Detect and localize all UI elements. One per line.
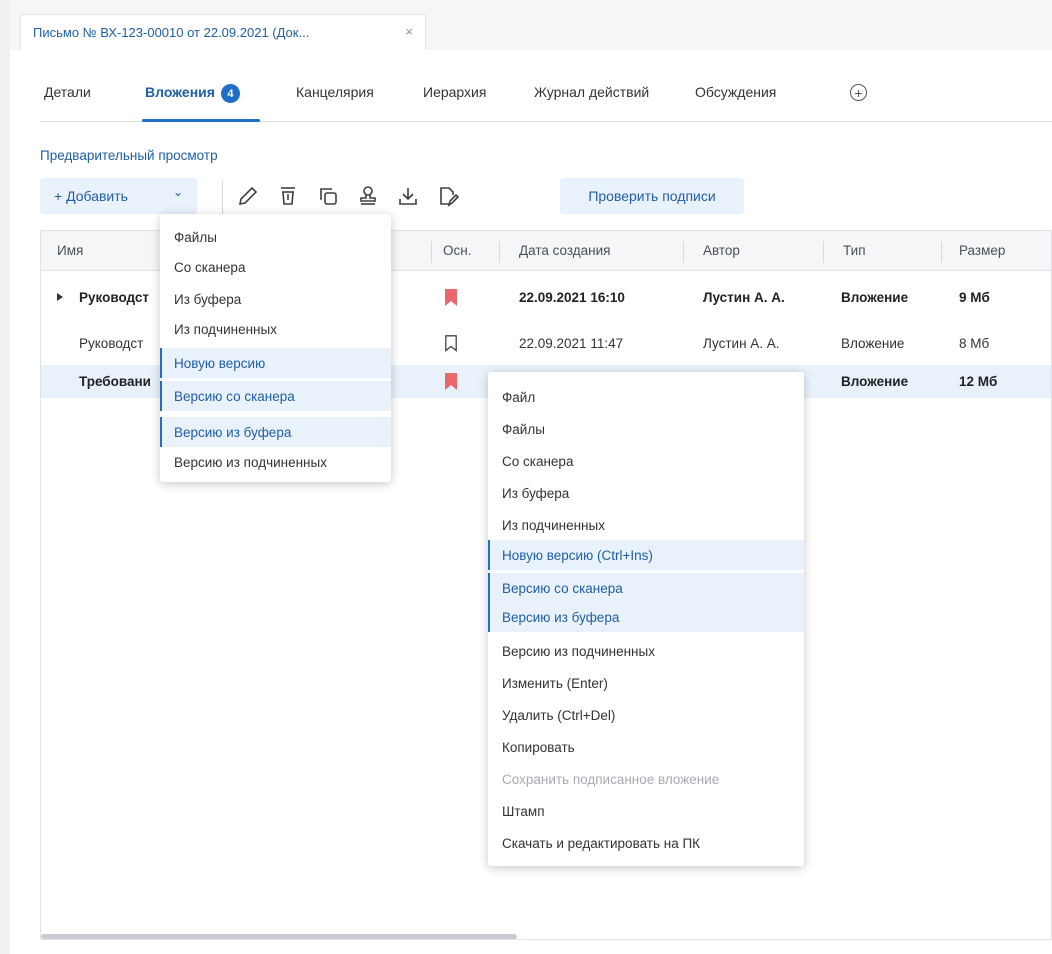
menu-item-new-version[interactable]: Новую версию — [160, 348, 391, 378]
context-item-version-from-scanner[interactable]: Версию со сканера — [488, 573, 804, 603]
toolbar-divider — [222, 181, 223, 215]
context-item-from-subordinates[interactable]: Из подчиненных — [488, 510, 804, 540]
add-tab-icon[interactable]: + — [850, 84, 867, 101]
row-type: Вложение — [841, 336, 905, 351]
row-name: Руководст — [79, 290, 150, 305]
context-menu: Файл Файлы Со сканера Из буфера Из подчи… — [488, 372, 804, 866]
context-item-from-scanner[interactable]: Со сканера — [488, 446, 804, 476]
menu-item-version-from-clipboard[interactable]: Версию из буфера — [160, 417, 391, 447]
column-separator — [683, 241, 684, 263]
tab-attachments-label: Вложения — [145, 84, 215, 101]
row-type: Вложение — [841, 290, 909, 305]
delete-icon[interactable] — [276, 184, 300, 208]
context-item-version-from-clipboard[interactable]: Версию из буфера — [488, 602, 804, 632]
document-window-tab[interactable]: Письмо № ВХ-123-00010 от 22.09.2021 (Док… — [20, 14, 426, 50]
horizontal-scrollbar[interactable] — [41, 934, 517, 939]
main-flag-outline-icon[interactable] — [445, 335, 457, 352]
context-item-download-edit[interactable]: Скачать и редактировать на ПК — [488, 828, 804, 858]
context-item-files[interactable]: Файлы — [488, 414, 804, 444]
column-separator — [823, 241, 824, 263]
column-separator — [941, 241, 942, 263]
tab-hierarchy[interactable]: Иерархия — [423, 84, 486, 100]
copy-icon[interactable] — [316, 184, 340, 208]
menu-item-from-clipboard[interactable]: Из буфера — [160, 284, 391, 314]
context-item-version-from-subordinates[interactable]: Версию из подчиненных — [488, 636, 804, 666]
tab-attachments[interactable]: Вложения 4 — [145, 84, 240, 103]
edit-document-icon[interactable] — [436, 184, 460, 208]
row-date: 22.09.2021 16:10 — [519, 290, 625, 305]
row-size: 8 Мб — [959, 336, 990, 351]
menu-item-from-subordinates[interactable]: Из подчиненных — [160, 314, 391, 344]
toolbar: + Добавить ⌄ Проверить подписи — [40, 178, 760, 215]
preview-link[interactable]: Предварительный просмотр — [40, 148, 218, 163]
menu-item-version-from-scanner[interactable]: Версию со сканера — [160, 381, 391, 411]
context-item-file[interactable]: Файл — [488, 382, 804, 412]
tab-bar: Детали Вложения 4 Канцелярия Иерархия Жур… — [40, 78, 1052, 122]
context-item-copy[interactable]: Копировать — [488, 732, 804, 762]
add-button-label: + Добавить — [54, 188, 128, 204]
add-button[interactable]: + Добавить ⌄ — [40, 178, 197, 214]
row-size: 9 Мб — [959, 290, 990, 305]
row-author: Лустин А. А. — [703, 336, 780, 351]
menu-item-version-from-subordinates[interactable]: Версию из подчиненных — [160, 447, 391, 477]
context-item-edit[interactable]: Изменить (Enter) — [488, 668, 804, 698]
main-flag-filled-icon[interactable] — [445, 289, 457, 306]
row-date: 22.09.2021 11:47 — [519, 336, 624, 351]
main-flag-filled-icon[interactable] — [445, 373, 457, 390]
column-type[interactable]: Тип — [843, 243, 866, 258]
column-main[interactable]: Осн. — [443, 243, 471, 258]
column-separator — [431, 241, 432, 263]
close-icon[interactable]: × — [405, 24, 413, 39]
active-tab-underline — [142, 119, 260, 122]
tab-discussions[interactable]: Обсуждения — [695, 84, 776, 100]
download-icon[interactable] — [396, 184, 420, 208]
edit-icon[interactable] — [236, 184, 260, 208]
document-tab-title: Письмо № ВХ-123-00010 от 22.09.2021 (Док… — [33, 25, 310, 40]
row-name: Руководст — [79, 336, 144, 351]
menu-item-from-scanner[interactable]: Со сканера — [160, 252, 391, 282]
column-author[interactable]: Автор — [703, 243, 740, 258]
row-author: Лустин А. А. — [703, 290, 785, 305]
tab-action-log[interactable]: Журнал действий — [534, 84, 649, 100]
menu-item-files[interactable]: Файлы — [160, 222, 391, 252]
attachments-count-badge: 4 — [220, 84, 240, 103]
context-item-save-signed: Сохранить подписанное вложение — [502, 771, 720, 787]
column-created[interactable]: Дата создания — [519, 243, 611, 258]
expand-arrow-icon[interactable] — [57, 293, 63, 301]
column-size[interactable]: Размер — [959, 243, 1005, 258]
context-item-stamp[interactable]: Штамп — [488, 796, 804, 826]
column-separator — [499, 241, 500, 263]
add-dropdown-menu: Файлы Со сканера Из буфера Из подчиненны… — [160, 214, 391, 482]
tab-details[interactable]: Детали — [44, 84, 91, 100]
context-item-delete[interactable]: Удалить (Ctrl+Del) — [488, 700, 804, 730]
row-size: 12 Мб — [959, 374, 998, 389]
check-signatures-button[interactable]: Проверить подписи — [560, 178, 744, 214]
row-name: Требовани — [79, 374, 151, 389]
stamp-icon[interactable] — [356, 184, 380, 208]
row-type: Вложение — [841, 374, 909, 389]
context-item-new-version[interactable]: Новую версию (Ctrl+Ins) — [488, 540, 804, 570]
chevron-down-icon: ⌄ — [172, 185, 183, 199]
column-name[interactable]: Имя — [57, 243, 83, 258]
context-item-from-clipboard[interactable]: Из буфера — [488, 478, 804, 508]
tab-office[interactable]: Канцелярия — [296, 84, 374, 100]
